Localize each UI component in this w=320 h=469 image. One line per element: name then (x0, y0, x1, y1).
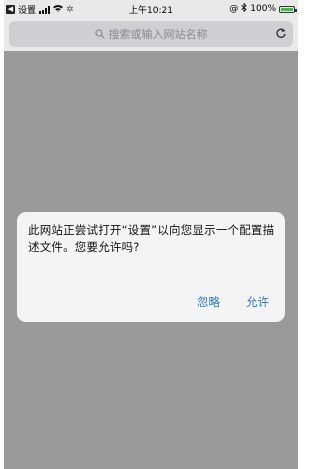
reload-icon[interactable] (275, 27, 287, 39)
bluetooth-icon (241, 2, 247, 15)
lock-rotation-icon: @ (229, 4, 239, 14)
alert-actions: 忽略 允许 (197, 294, 269, 310)
battery-percent: 100% (250, 4, 276, 14)
browser-nav-bar: 搜索或输入网站名称 (4, 18, 298, 51)
profile-alert-dialog: 此网站正尝试打开“设置”以向您显示一个配置描述文件。您要允许吗? 忽略 允许 (17, 212, 285, 322)
battery-fill (281, 7, 293, 11)
battery-icon (279, 5, 297, 13)
url-search-field[interactable]: 搜索或输入网站名称 (9, 21, 293, 47)
status-right: @ 100% (229, 2, 297, 15)
search-icon (94, 29, 105, 39)
alert-message: 此网站正尝试打开“设置”以向您显示一个配置描述文件。您要允许吗? (28, 223, 275, 254)
allow-button[interactable]: 允许 (246, 294, 269, 310)
url-placeholder: 搜索或输入网站名称 (108, 28, 208, 41)
ignore-button[interactable]: 忽略 (197, 294, 220, 310)
status-bar: ◀ 设置 ✲ 上午10:21 @ 100% (4, 0, 298, 18)
phone-screen: ◀ 设置 ✲ 上午10:21 @ 100% 搜索或输入网站名称 此网站正尝试打开… (4, 0, 298, 469)
